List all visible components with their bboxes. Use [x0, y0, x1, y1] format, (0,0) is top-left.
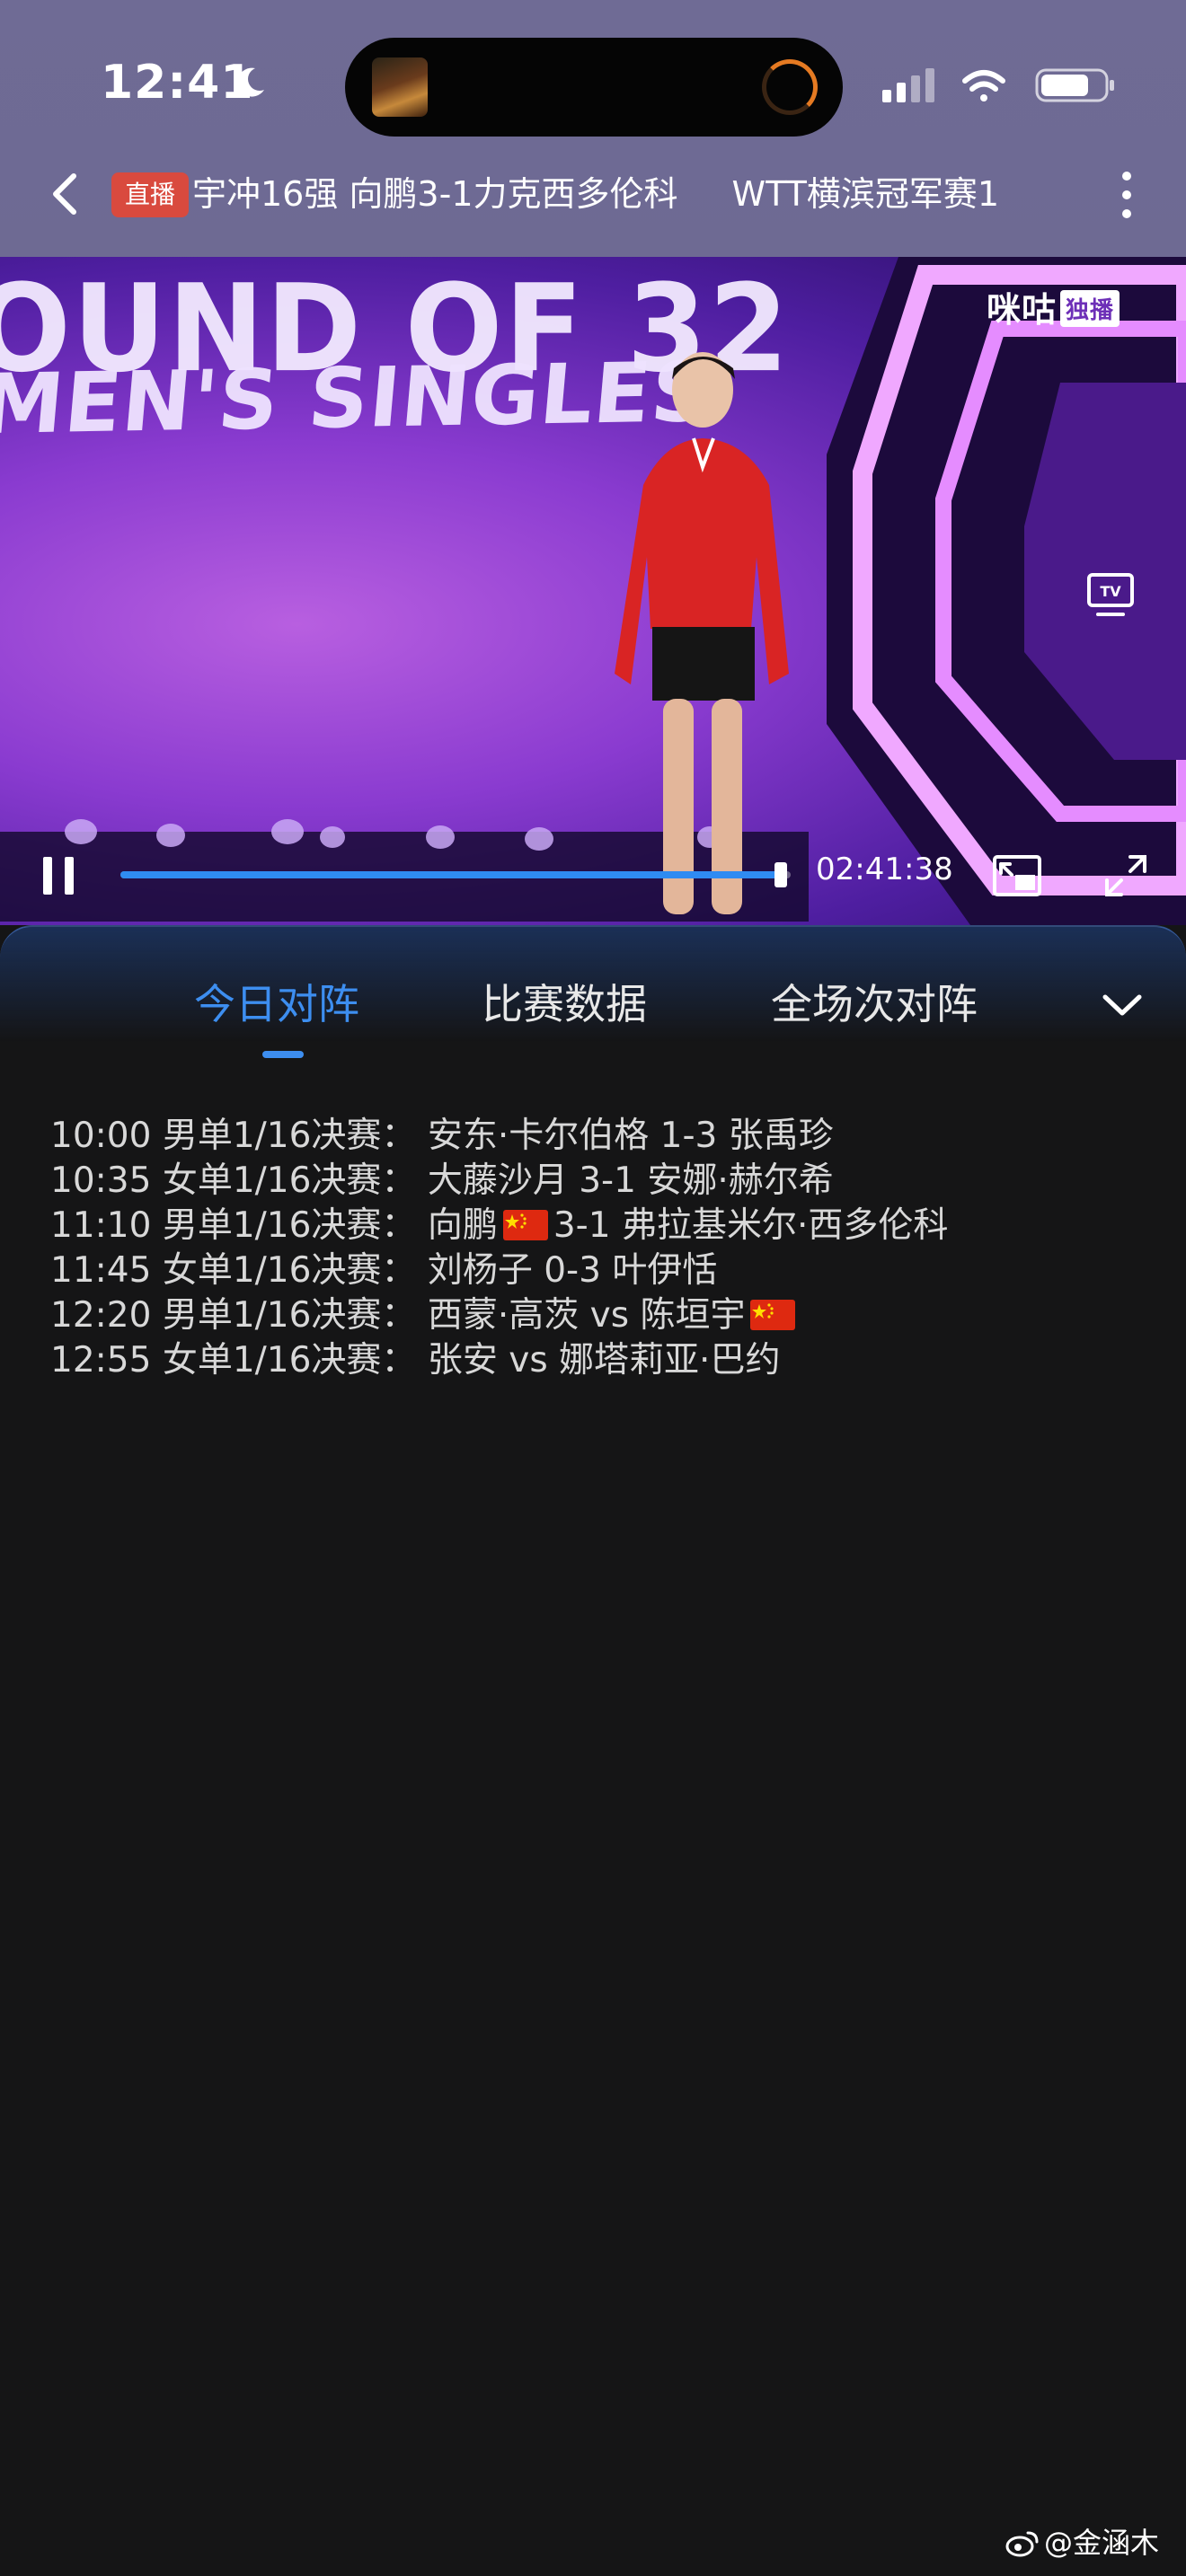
back-chevron-icon[interactable]	[45, 169, 84, 219]
player-1: 向鹏	[427, 1205, 498, 1246]
match-event: 女单1/16决赛：	[162, 1160, 417, 1201]
live-badge: 直播	[111, 172, 189, 217]
player-2: 张禹珍	[728, 1116, 834, 1156]
match-time: 10:35	[50, 1160, 152, 1201]
player-1: 西蒙·高茨	[427, 1295, 580, 1336]
player-1: 刘杨子	[427, 1250, 533, 1291]
progress-ring-icon	[762, 59, 818, 115]
china-flag-icon	[502, 1210, 548, 1240]
battery-icon	[1035, 68, 1114, 102]
progress-fill	[120, 871, 781, 878]
status-icons	[882, 68, 1114, 102]
player-1: 张安	[427, 1340, 498, 1381]
match-event: 男单1/16决赛：	[162, 1205, 417, 1246]
player-1: 大藤沙月	[427, 1160, 568, 1201]
weibo-credit: @金涵木	[1005, 2520, 1159, 2562]
progress-bar[interactable]	[120, 862, 791, 887]
match-event: 男单1/16决赛：	[162, 1295, 417, 1336]
watermark-tag: 独播	[1060, 290, 1120, 327]
player-2: 陈垣宇	[640, 1295, 746, 1336]
dynamic-island[interactable]	[345, 38, 843, 137]
match-score: vs	[589, 1295, 630, 1336]
match-event: 女单1/16决赛：	[162, 1250, 417, 1291]
match-time: 11:10	[50, 1205, 152, 1246]
tab-all-matches[interactable]: 全场次对阵	[771, 972, 978, 1031]
match-event: 女单1/16决赛：	[162, 1340, 417, 1381]
player-2: 娜塔莉亚·巴约	[559, 1340, 781, 1381]
video-overlay-subtitle: MEN'S SINGLES	[0, 343, 716, 454]
match-schedule: 10:00 男单1/16决赛： 安东·卡尔伯格 1-3 张禹珍 10:35 女单1…	[50, 1114, 1146, 1383]
weibo-icon	[1005, 2531, 1039, 2557]
active-tab-indicator	[262, 1051, 304, 1058]
match-score: 3-1	[579, 1160, 636, 1201]
match-row[interactable]: 10:35 女单1/16决赛： 大藤沙月 3-1 安娜·赫尔希	[50, 1159, 1146, 1204]
picture-in-picture-icon[interactable]	[992, 853, 1042, 898]
player-2: 安娜·赫尔希	[647, 1160, 834, 1201]
tv-cast-icon[interactable]: TV	[1085, 569, 1136, 620]
china-flag-icon	[750, 1300, 796, 1330]
collapse-chevron-icon[interactable]	[1100, 988, 1145, 1024]
match-row[interactable]: 10:00 男单1/16决赛： 安东·卡尔伯格 1-3 张禹珍	[50, 1114, 1146, 1159]
tab-bar: 今日对阵 比赛数据 全场次对阵	[0, 961, 1186, 1060]
match-row[interactable]: 12:20 男单1/16决赛： 西蒙·高茨 vs 陈垣宇	[50, 1293, 1146, 1338]
elapsed-time: 02:41:38	[816, 851, 953, 887]
header: 12:41 直播 宇冲16强 向鹏3-1力克西多伦科 WTT横滨冠军赛1	[0, 0, 1186, 257]
title-marquee: 宇冲16强 向鹏3-1力克西多伦科 WTT横滨冠军赛1	[192, 169, 1073, 219]
video-player[interactable]: OUND OF 32 MEN'S SINGLES 咪咕 独播 TV 02:41:…	[0, 257, 1186, 925]
player-controls: 02:41:38	[0, 835, 1186, 925]
match-score: 3-1	[553, 1205, 611, 1246]
wifi-icon	[962, 70, 1005, 101]
app-screen: 12:41 直播 宇冲16强 向鹏3-1力克西多伦科 WTT横滨冠军赛1 OUN…	[0, 0, 1186, 2576]
progress-thumb[interactable]	[774, 862, 787, 887]
player-2: 弗拉基米尔·西多伦科	[621, 1205, 949, 1246]
fullscreen-icon[interactable]	[1103, 853, 1148, 898]
title-bar: 直播 宇冲16强 向鹏3-1力克西多伦科 WTT横滨冠军赛1	[0, 153, 1186, 235]
watermark-text: 咪咕	[987, 290, 1058, 330]
cellular-signal-icon	[882, 68, 934, 102]
player-2: 叶伊恬	[612, 1250, 718, 1291]
match-score: 1-3	[659, 1116, 718, 1156]
match-row[interactable]: 12:55 女单1/16决赛： 张安 vs 娜塔莉亚·巴约	[50, 1338, 1146, 1383]
moon-icon	[237, 67, 264, 97]
match-event: 男单1/16决赛：	[162, 1116, 417, 1156]
media-thumbnail	[372, 57, 428, 117]
title-segment: 宇冲16强 向鹏3-1力克西多伦科	[192, 174, 678, 214]
match-score: 0-3	[544, 1250, 601, 1291]
tab-today-matches[interactable]: 今日对阵	[194, 972, 359, 1031]
match-time: 12:20	[50, 1295, 152, 1336]
status-time: 12:41	[101, 56, 254, 110]
match-time: 11:45	[50, 1250, 152, 1291]
credit-text: @金涵木	[1044, 2526, 1160, 2560]
svg-text:TV: TV	[1100, 583, 1121, 600]
match-row[interactable]: 11:45 女单1/16决赛： 刘杨子 0-3 叶伊恬	[50, 1248, 1146, 1293]
tab-match-stats[interactable]: 比赛数据	[482, 972, 647, 1031]
player-1: 安东·卡尔伯格	[427, 1116, 650, 1156]
match-score: vs	[509, 1340, 548, 1381]
match-row[interactable]: 11:10 男单1/16决赛： 向鹏 3-1 弗拉基米尔·西多伦科	[50, 1204, 1146, 1248]
pause-icon[interactable]	[40, 855, 77, 896]
match-time: 10:00	[50, 1116, 152, 1156]
more-vertical-icon[interactable]	[1114, 167, 1139, 223]
match-time: 12:55	[50, 1340, 152, 1381]
broadcaster-watermark: 咪咕 独播	[987, 282, 1120, 330]
title-segment: WTT横滨冠军赛1	[731, 174, 1000, 214]
